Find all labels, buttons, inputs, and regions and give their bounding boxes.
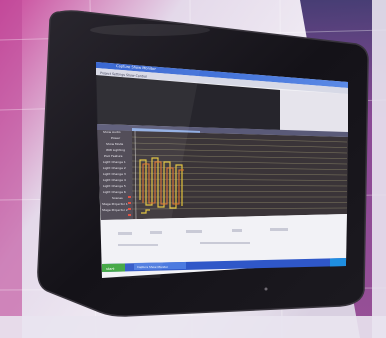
wall-right-frame [372,0,386,338]
taskbar-tray [330,258,346,267]
wall-bottom-frame [0,316,386,338]
power-led [264,287,268,291]
bezel-glare [90,24,210,36]
upper-light-panel [280,90,348,132]
photo-scene: Capture Show Monitor Project Settings Sh… [0,0,386,338]
wall-left-glow [0,0,22,338]
